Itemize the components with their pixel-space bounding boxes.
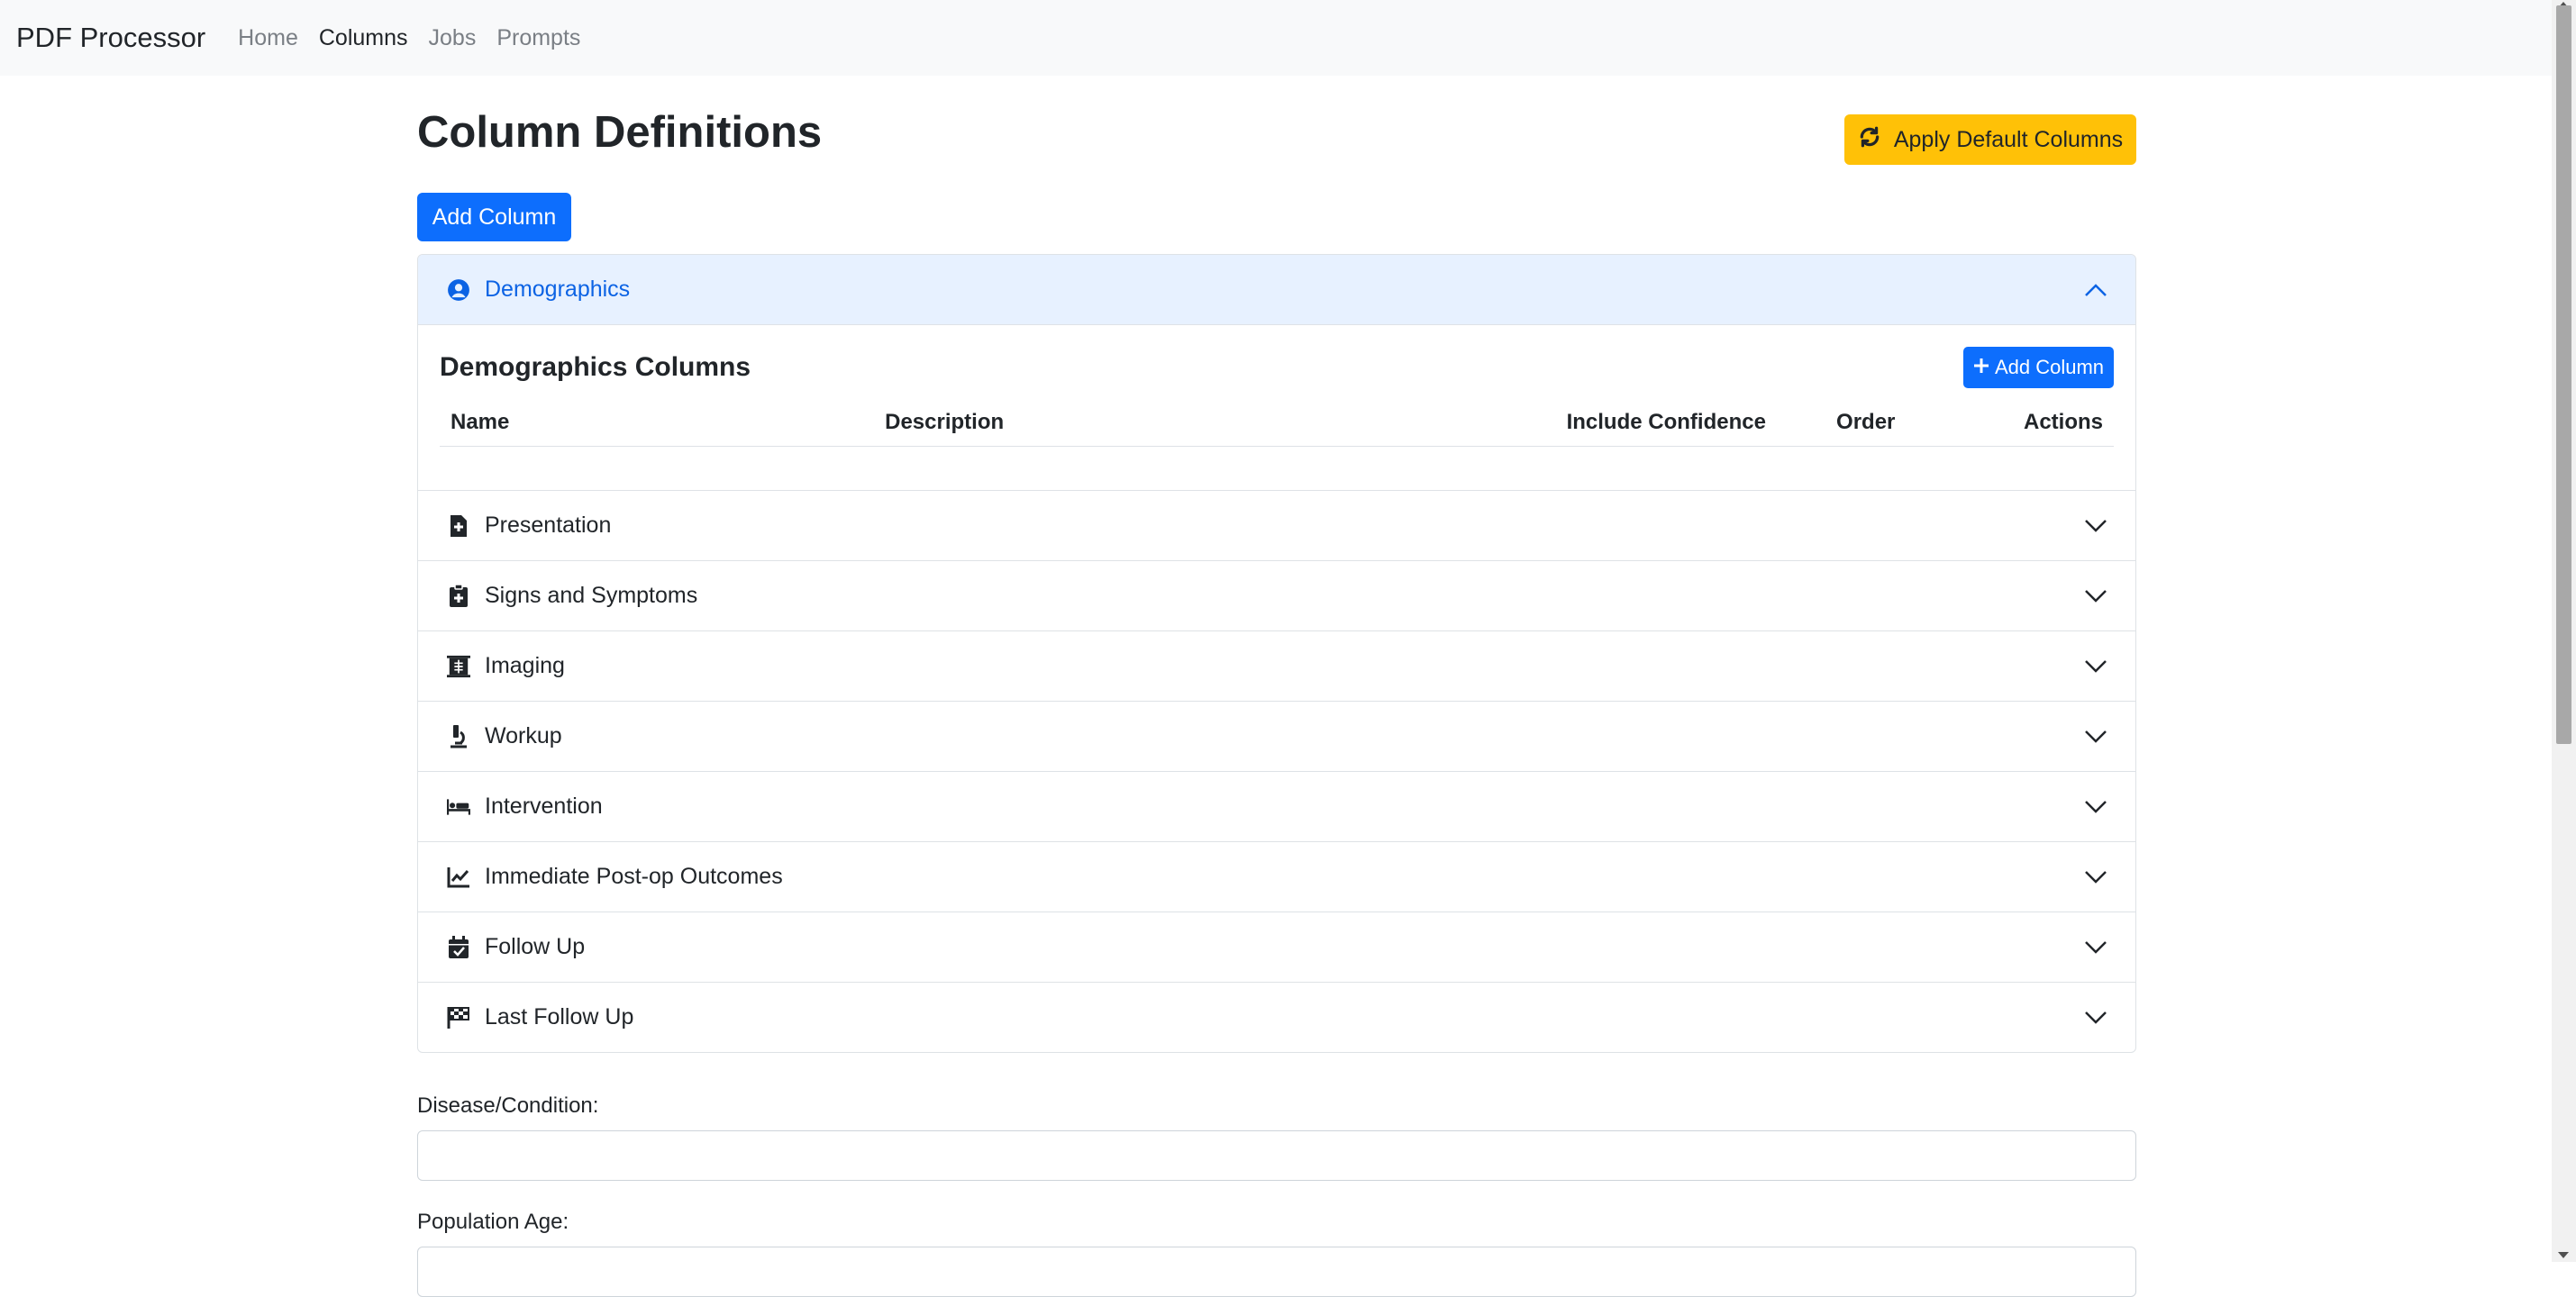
chevron-down-icon <box>2083 865 2108 890</box>
chevron-down-icon <box>2083 654 2108 679</box>
line-chart-icon <box>447 866 470 889</box>
navbar-brand[interactable]: PDF Processor <box>16 22 205 54</box>
user-circle-icon <box>447 278 470 302</box>
calendar-check-icon <box>447 935 470 959</box>
accordion-header-signs-and-symptoms[interactable]: Signs and Symptoms <box>418 560 2135 630</box>
section-title: Demographics Columns <box>440 352 751 382</box>
accordion-label: Signs and Symptoms <box>485 583 698 608</box>
microscope-icon <box>447 724 470 748</box>
table-header-actions: Actions <box>2012 399 2114 447</box>
chevron-down-icon <box>2083 724 2108 749</box>
accordion-label: Follow Up <box>485 934 586 959</box>
chevron-down-icon <box>2083 513 2108 539</box>
scroll-down-arrow-icon[interactable] <box>2558 1252 2569 1258</box>
apply-default-columns-label: Apply Default Columns <box>1893 126 2124 152</box>
chevron-down-icon <box>2083 584 2108 609</box>
apply-default-columns-button[interactable]: Apply Default Columns <box>1844 114 2136 165</box>
accordion-header-imaging[interactable]: Imaging <box>418 630 2135 701</box>
disease-condition-label: Disease/Condition: <box>417 1093 599 1118</box>
population-age-label: Population Age: <box>417 1210 569 1234</box>
table-header-order: Order <box>1825 399 2013 447</box>
accordion-header-intervention[interactable]: Intervention <box>418 771 2135 841</box>
top-navbar: PDF Processor Home Columns Jobs Prompts <box>0 0 2552 76</box>
scrollbar-thumb[interactable] <box>2556 5 2571 744</box>
accordion-label: Immediate Post-op Outcomes <box>485 864 783 889</box>
column-groups-accordion: Demographics Demographics Columns Add Co… <box>417 254 2136 1053</box>
accordion-header-last-follow-up[interactable]: Last Follow Up <box>418 982 2135 1052</box>
nav-link-prompts[interactable]: Prompts <box>496 25 580 51</box>
chevron-down-icon <box>2083 794 2108 820</box>
page-title: Column Definitions <box>417 108 823 157</box>
chevron-down-icon <box>2083 935 2108 960</box>
accordion-body-demographics: Demographics Columns Add Column Name Des… <box>418 325 2135 490</box>
nav-link-home[interactable]: Home <box>238 25 298 51</box>
sync-icon <box>1858 125 1881 155</box>
table-header-include-confidence: Include Confidence <box>1555 399 1826 447</box>
x-ray-icon <box>447 655 470 678</box>
chevron-down-icon <box>2083 1005 2108 1030</box>
add-column-button[interactable]: Add Column <box>417 193 571 241</box>
disease-condition-input[interactable] <box>417 1130 2136 1181</box>
accordion-label: Workup <box>485 723 562 748</box>
checkered-flag-icon <box>447 1006 470 1029</box>
population-age-input[interactable] <box>417 1247 2136 1297</box>
table-header-name: Name <box>440 399 875 447</box>
columns-table: Name Description Include Confidence Orde… <box>440 399 2114 447</box>
procedure-bed-icon <box>447 795 470 819</box>
plus-icon <box>1973 356 1989 379</box>
clipboard-medical-icon <box>447 584 470 608</box>
chevron-up-icon <box>2083 277 2108 303</box>
add-demographics-column-button[interactable]: Add Column <box>1963 347 2114 388</box>
nav-link-jobs[interactable]: Jobs <box>429 25 477 51</box>
add-column-label: Add Column <box>1994 356 2105 378</box>
accordion-label: Last Follow Up <box>485 1004 634 1029</box>
accordion-label: Intervention <box>485 794 603 819</box>
accordion-header-presentation[interactable]: Presentation <box>418 490 2135 560</box>
accordion-header-follow-up[interactable]: Follow Up <box>418 912 2135 982</box>
accordion-label: Presentation <box>485 512 612 538</box>
accordion-header-immediate-post-op-outcomes[interactable]: Immediate Post-op Outcomes <box>418 841 2135 912</box>
accordion-header-demographics[interactable]: Demographics <box>418 255 2135 325</box>
table-header-description: Description <box>874 399 1556 447</box>
accordion-label: Imaging <box>485 653 565 678</box>
accordion-label: Demographics <box>485 277 631 302</box>
nav-link-columns[interactable]: Columns <box>319 25 408 51</box>
file-medical-icon <box>447 514 470 538</box>
accordion-header-workup[interactable]: Workup <box>418 701 2135 771</box>
